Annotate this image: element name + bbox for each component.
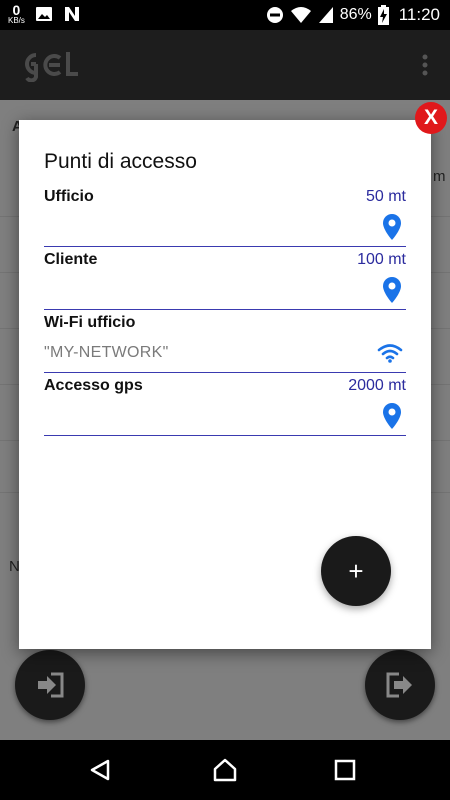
wifi-signal-icon [290, 7, 311, 23]
home-icon [213, 758, 237, 782]
recents-button[interactable] [330, 755, 360, 785]
background-side-text: m [433, 168, 446, 185]
row-value[interactable]: 2000 mt [348, 377, 406, 395]
row-label: Ufficio [44, 188, 94, 205]
clock: 11:20 [398, 5, 440, 24]
gel-logo [25, 52, 78, 82]
navigation-bar [0, 740, 450, 800]
logout-icon [386, 672, 412, 698]
do-not-disturb-icon [266, 7, 283, 23]
battery-percentage: 86% [339, 6, 372, 23]
wifi-icon[interactable] [377, 340, 403, 366]
image-icon [35, 7, 52, 21]
access-point-row-ufficio[interactable]: Ufficio 50 mt [44, 184, 406, 247]
row-label: Accesso gps [44, 377, 143, 394]
access-points-dialog: Punti di accesso Ufficio 50 mt Cliente 1… [19, 120, 431, 649]
add-access-point-button[interactable]: + [321, 536, 391, 606]
n-app-icon [64, 7, 79, 21]
row-value[interactable]: 100 mt [357, 251, 406, 269]
app-bar [0, 30, 450, 100]
data-rate-indicator: 0 KB/s [8, 3, 25, 25]
status-bar: 0 KB/s 86% 11:20 [0, 0, 450, 30]
check-out-button[interactable] [365, 650, 435, 720]
location-pin-icon[interactable] [381, 403, 403, 429]
wifi-network-field[interactable]: "MY-NETWORK" [44, 344, 169, 362]
overflow-menu-icon[interactable] [422, 54, 428, 76]
access-point-row-accesso-gps[interactable]: Accesso gps 2000 mt [44, 373, 406, 436]
access-point-row-cliente[interactable]: Cliente 100 mt [44, 247, 406, 310]
row-value[interactable]: 50 mt [366, 188, 406, 206]
check-in-button[interactable] [15, 650, 85, 720]
location-pin-icon[interactable] [381, 277, 403, 303]
battery-charging-icon [377, 5, 389, 25]
data-rate-value: 0 [12, 2, 21, 18]
data-rate-unit: KB/s [8, 16, 25, 25]
recents-icon [334, 759, 356, 781]
login-icon [38, 672, 64, 698]
cell-signal-icon [318, 7, 333, 23]
close-dialog-button[interactable]: X [415, 102, 447, 134]
back-button[interactable] [85, 755, 115, 785]
back-icon [90, 759, 110, 781]
row-label: Wi-Fi ufficio [44, 314, 136, 331]
access-point-row-wifi-ufficio[interactable]: Wi-Fi ufficio "MY-NETWORK" [44, 310, 406, 373]
home-button[interactable] [210, 755, 240, 785]
location-pin-icon[interactable] [381, 214, 403, 240]
row-label: Cliente [44, 251, 98, 268]
dialog-title: Punti di accesso [44, 150, 197, 173]
